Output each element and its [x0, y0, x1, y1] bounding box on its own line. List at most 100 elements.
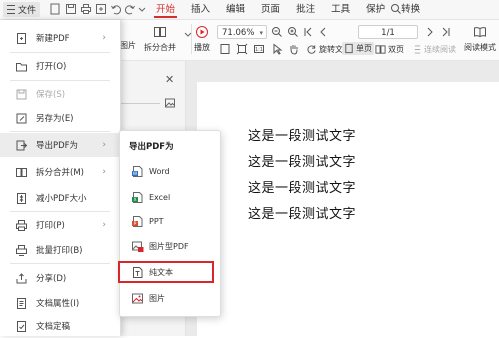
- menu-item-label: 另存为(E): [36, 114, 74, 124]
- split-merge-label: 拆分合并: [144, 43, 176, 52]
- document-text-line: 这是一段测试文字: [248, 129, 357, 144]
- menu-item-label: 导出PDF为: [36, 141, 79, 151]
- file-menu-dropdown: 新建PDF › 打开(O) 保存(S) 另存为(E) 导出PDF为 › 拆分合并…: [0, 20, 121, 336]
- menu-item-label: 拆分合并(M): [36, 168, 84, 178]
- export-quick-icon[interactable]: [95, 3, 107, 15]
- print-icon: [14, 218, 28, 232]
- document-text-line: 这是一段测试文字: [248, 181, 357, 196]
- save-icon[interactable]: [65, 3, 77, 15]
- export-icon: [14, 138, 28, 152]
- split-merge-icon: [14, 165, 28, 179]
- hand-tool-icon[interactable]: [288, 43, 300, 55]
- menu-item-batch-print[interactable]: 批量打印(B): [0, 238, 120, 262]
- quick-access-dropdown-icon[interactable]: [136, 3, 146, 15]
- new-pdf-icon: [14, 31, 28, 45]
- page-number-value: 1/1: [381, 28, 395, 38]
- menu-item-split-merge[interactable]: 拆分合并(M) ›: [0, 160, 120, 184]
- tab-page[interactable]: 页面: [253, 0, 288, 19]
- read-mode-button[interactable]: 阅读模式: [463, 24, 497, 53]
- close-panel-icon[interactable]: ✕: [165, 73, 174, 86]
- play-label: 播放: [194, 43, 210, 52]
- menu-item-doc-properties[interactable]: 文档属性(I): [0, 291, 120, 315]
- read-mode-icon: [463, 24, 497, 40]
- menu-divider: [10, 52, 110, 53]
- menu-item-open[interactable]: 打开(O): [0, 54, 120, 78]
- open-folder-icon: [14, 59, 28, 73]
- export-option-label: Excel: [149, 192, 171, 202]
- play-button[interactable]: 播放: [192, 24, 212, 53]
- menu-item-label: 分享(D): [36, 274, 67, 284]
- toolbar-image-button[interactable]: 图片: [118, 38, 138, 51]
- select-tool-icon[interactable]: [271, 43, 283, 55]
- tab-protect[interactable]: 保护: [358, 0, 393, 19]
- last-page-icon[interactable]: [440, 26, 452, 38]
- menu-item-label: 批量打印(B): [36, 246, 83, 256]
- export-image-item[interactable]: 图片: [120, 287, 220, 309]
- single-page-label: 单页: [356, 44, 372, 53]
- double-page-button[interactable]: 双页: [375, 44, 404, 55]
- menu-item-share[interactable]: 分享(D): [0, 266, 120, 290]
- zoom-in-icon[interactable]: [287, 26, 299, 38]
- tab-home[interactable]: 开始: [148, 0, 183, 19]
- export-excel-item[interactable]: X Excel: [120, 186, 220, 208]
- menu-item-save-as[interactable]: 另存为(E): [0, 106, 120, 130]
- undo-icon[interactable]: [110, 3, 122, 15]
- export-option-label: 纯文本: [149, 267, 173, 277]
- chevron-right-icon: ›: [102, 33, 106, 43]
- menu-item-save[interactable]: 保存(S): [0, 82, 120, 106]
- submenu-title: 导出PDF为: [129, 142, 174, 152]
- save-as-icon: [14, 111, 28, 125]
- zoom-out-icon[interactable]: [271, 26, 283, 38]
- next-page-icon[interactable]: [424, 26, 436, 38]
- tab-edit[interactable]: 编辑: [218, 0, 253, 19]
- export-image-pdf-item[interactable]: 图片型PDF: [120, 235, 220, 257]
- search-icon[interactable]: [390, 3, 402, 15]
- menu-item-label: 保存(S): [36, 90, 66, 100]
- read-mode-label: 阅读模式: [464, 43, 496, 52]
- tab-insert[interactable]: 插入: [183, 0, 218, 19]
- hamburger-icon: [7, 5, 15, 14]
- fit-width-icon[interactable]: [236, 43, 248, 55]
- menu-item-print[interactable]: 打印(P) ›: [0, 213, 120, 237]
- document-text-line: 这是一段测试文字: [248, 155, 357, 170]
- menu-divider: [10, 131, 110, 132]
- double-page-icon: [375, 44, 386, 55]
- compress-icon: [14, 191, 28, 205]
- menu-item-finalize[interactable]: 文档定稿: [0, 314, 120, 338]
- menu-item-label: 新建PDF: [36, 34, 70, 44]
- page-number-input[interactable]: 1/1: [358, 25, 418, 39]
- export-option-label: 图片: [149, 293, 165, 303]
- split-merge-button[interactable]: 拆分合并: [140, 24, 180, 53]
- export-plain-text-item[interactable]: 纯文本: [120, 261, 220, 283]
- redo-icon[interactable]: [124, 3, 136, 15]
- menu-item-label: 打印(P): [36, 221, 65, 231]
- menu-item-label: 打开(O): [36, 62, 67, 72]
- menu-divider: [10, 263, 110, 264]
- export-word-item[interactable]: W Word: [120, 160, 220, 182]
- actual-size-icon[interactable]: 1:1: [253, 43, 265, 55]
- file-menu-button[interactable]: 文件: [3, 2, 41, 17]
- zoom-value: 71.06%: [222, 28, 255, 38]
- share-icon: [14, 271, 28, 285]
- menu-divider: [10, 80, 110, 81]
- zoom-select[interactable]: 71.06% ▾: [217, 25, 267, 39]
- tab-comment[interactable]: 批注: [288, 0, 323, 19]
- continuous-read-button[interactable]: 连续阅读: [413, 44, 456, 55]
- prev-page-icon[interactable]: [317, 26, 329, 38]
- export-option-label: Word: [149, 166, 170, 176]
- menu-bar: 文件 开始 插入 编辑 页面 批注 工具 保护 转换: [0, 0, 499, 20]
- split-merge-dropdown-icon[interactable]: [182, 28, 192, 40]
- new-doc-icon[interactable]: [49, 3, 61, 15]
- tab-tools[interactable]: 工具: [323, 0, 358, 19]
- thumbnail-image-icon[interactable]: [164, 97, 176, 109]
- fit-page-icon[interactable]: [219, 43, 231, 55]
- menu-item-export-pdf[interactable]: 导出PDF为 ›: [0, 133, 120, 157]
- single-page-button[interactable]: 单页: [342, 42, 374, 55]
- print-icon[interactable]: [80, 3, 92, 15]
- menu-item-new-pdf[interactable]: 新建PDF ›: [0, 26, 120, 50]
- export-pdf-submenu: 导出PDF为 W Word X Excel P PPT 图片型PDF 纯文本 图…: [119, 130, 221, 317]
- first-page-icon[interactable]: [302, 26, 314, 38]
- ppt-file-icon: P: [130, 214, 144, 228]
- export-ppt-item[interactable]: P PPT: [120, 210, 220, 232]
- menu-item-compress-pdf[interactable]: 减小PDF大小: [0, 186, 120, 210]
